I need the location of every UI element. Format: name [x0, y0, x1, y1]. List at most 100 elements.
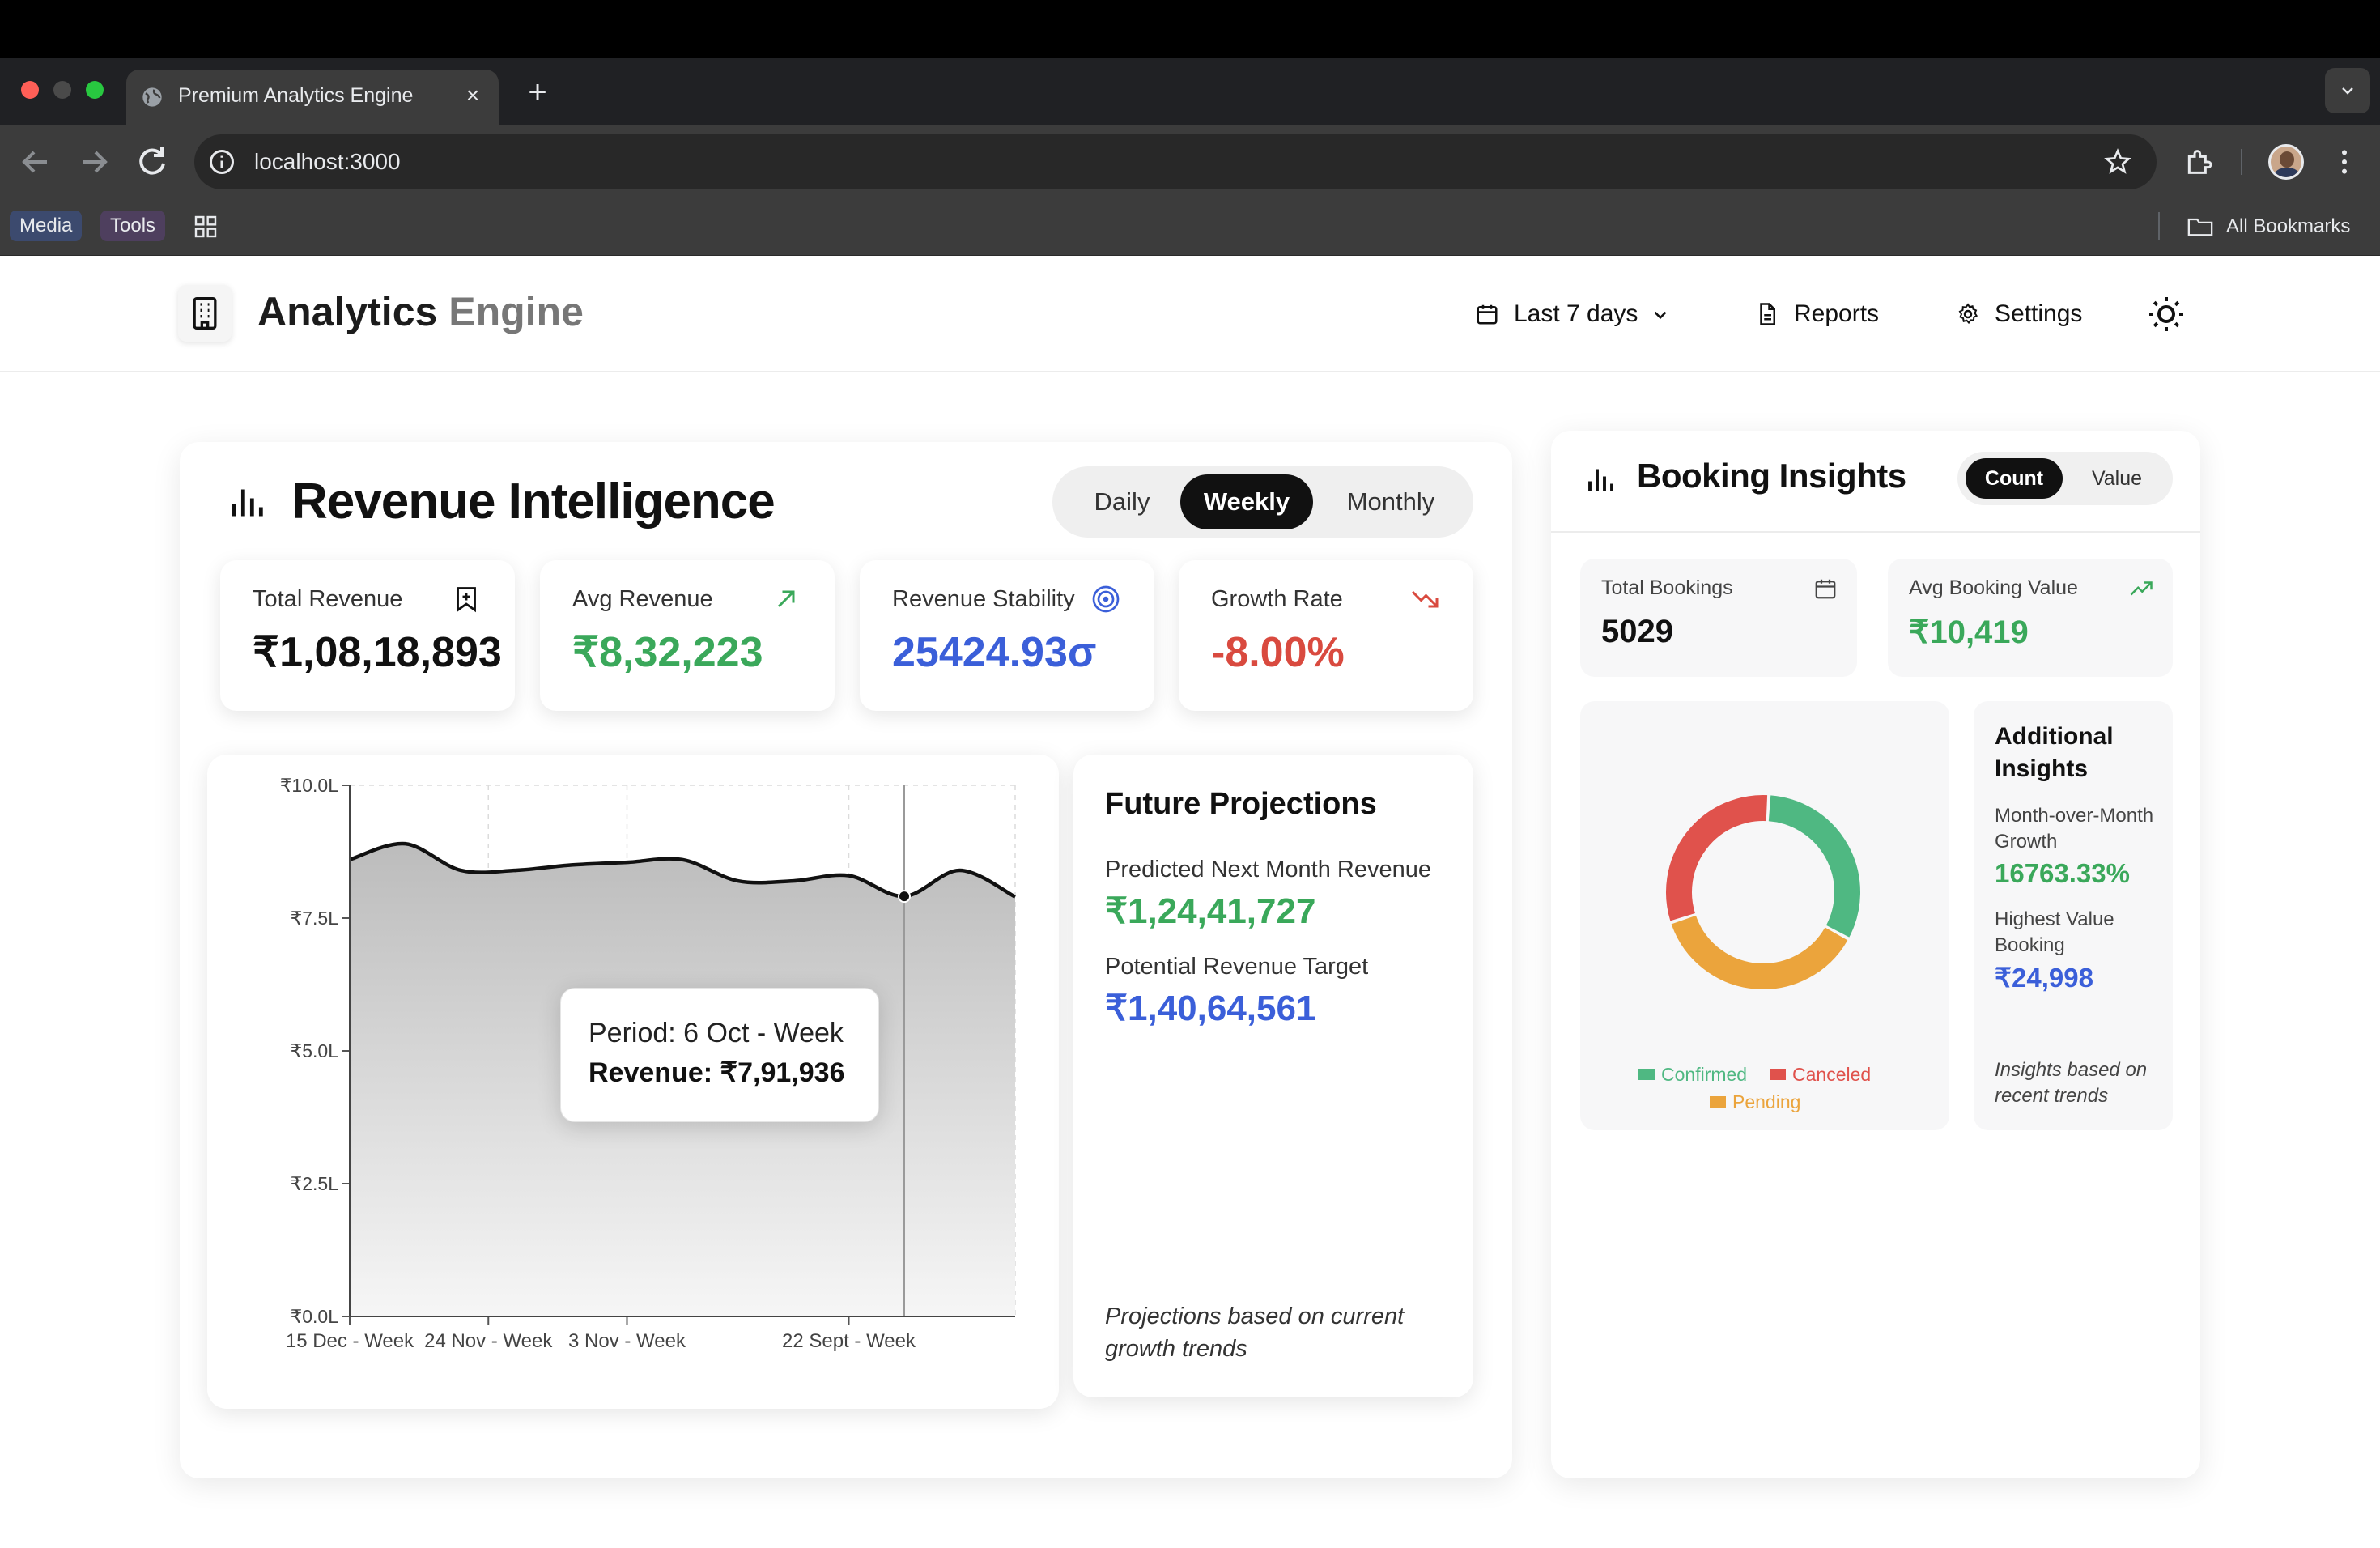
revenue-target-label: Potential Revenue Target: [1105, 954, 1369, 980]
mode-value-tab[interactable]: Value: [2069, 458, 2165, 499]
settings-label: Settings: [1995, 300, 2083, 327]
kpi-value: 25424.93σ: [892, 629, 1097, 676]
reload-icon[interactable]: [133, 142, 172, 181]
kpi-card-growth-rate: Growth Rate -8.00%: [1179, 560, 1473, 711]
period-daily-tab[interactable]: Daily: [1065, 474, 1179, 529]
screen-top-bar: [0, 0, 2380, 58]
extensions-puzzle-icon[interactable]: [2182, 146, 2215, 178]
back-arrow-icon[interactable]: [16, 142, 55, 181]
globe-icon: [142, 87, 162, 107]
booking-title: Booking Insights: [1637, 457, 1906, 495]
gear-icon: [1958, 303, 1978, 325]
folder-icon: [2187, 218, 2213, 236]
revenue-title: Revenue Intelligence: [291, 474, 776, 529]
bookmark-plus-icon: [457, 587, 476, 613]
kpi-value: ₹10,419: [1909, 615, 2029, 650]
kpi-value: ₹8,32,223: [572, 629, 763, 676]
booking-mode-toggle: Count Value: [1957, 452, 2173, 505]
date-range-dropdown[interactable]: Last 7 days: [1475, 293, 1676, 335]
projections-title: Future Projections: [1105, 787, 1377, 821]
hover-point[interactable]: [898, 890, 911, 904]
maximize-window-button[interactable]: [86, 81, 104, 99]
trending-up-icon: [2130, 581, 2153, 596]
tab-close-icon[interactable]: ×: [458, 81, 487, 110]
forward-arrow-icon[interactable]: [74, 142, 113, 181]
additional-insights-title: Additional Insights: [1995, 723, 2114, 782]
bookmarks-bar: [0, 199, 2380, 256]
legend-swatch: [1770, 1069, 1786, 1080]
period-monthly-tab[interactable]: Monthly: [1320, 474, 1462, 529]
tooltip-period: Period: 6 Oct - Week: [589, 1018, 844, 1048]
url-text[interactable]: localhost:3000: [254, 149, 401, 175]
period-toggle: Daily Weekly Monthly: [1052, 466, 1473, 538]
profile-avatar[interactable]: [2268, 144, 2304, 180]
legend-pending: Pending: [1710, 1091, 1800, 1113]
y-tick-label: ₹5.0L: [291, 1040, 339, 1061]
legend-label: Confirmed: [1661, 1064, 1748, 1085]
chevron-down-icon: [1654, 311, 1667, 320]
bookmark-star-icon[interactable]: [2103, 147, 2132, 176]
legend-label: Canceled: [1792, 1064, 1872, 1085]
tooltip-revenue: Revenue: ₹7,91,936: [589, 1057, 845, 1088]
donut-slice-pending[interactable]: [1671, 915, 1848, 989]
sun-theme-toggle-icon[interactable]: [2147, 293, 2186, 335]
browser-menu-icon[interactable]: [2328, 146, 2361, 178]
kpi-label: Growth Rate: [1211, 586, 1343, 612]
tab-title: Premium Analytics Engine: [178, 84, 414, 107]
booking-divider: [1551, 531, 2200, 533]
additional-insights-note: Insights based on recent trends: [1995, 1059, 2148, 1107]
donut-slice-confirmed[interactable]: [1768, 795, 1860, 938]
reports-label: Reports: [1794, 300, 1880, 327]
calendar-icon: [1815, 579, 1836, 599]
kpi-label: Total Revenue: [253, 586, 403, 612]
reports-button[interactable]: Reports: [1755, 293, 1885, 335]
legend-confirmed: Confirmed: [1638, 1064, 1747, 1086]
all-bookmarks-button[interactable]: All Bookmarks: [2186, 212, 2350, 241]
bar-chart-icon: [232, 489, 263, 517]
kpi-card-avg-revenue: Avg Revenue ₹8,32,223: [540, 560, 835, 711]
kpi-label: Total Bookings: [1601, 576, 1733, 599]
bar-chart-icon: [1588, 469, 1613, 491]
brand-primary: Analytics: [257, 289, 438, 334]
mode-count-tab[interactable]: Count: [1966, 458, 2063, 499]
mom-growth-value: 16763.33%: [1995, 858, 2130, 888]
kpi-value: -8.00%: [1211, 629, 1345, 676]
apps-grid-icon[interactable]: [193, 214, 219, 240]
y-tick-label: ₹2.5L: [291, 1173, 339, 1194]
kpi-card-total-bookings: Total Bookings 5029: [1580, 559, 1857, 677]
bookmark-tools[interactable]: Tools: [100, 211, 166, 241]
browser-tab[interactable]: Premium Analytics Engine ×: [126, 70, 499, 125]
x-tick-label: 15 Dec - Week: [286, 1330, 414, 1352]
bookmark-media[interactable]: Media: [10, 211, 83, 241]
all-bookmarks-label: All Bookmarks: [2226, 215, 2351, 237]
calendar-icon: [1477, 304, 1498, 325]
app-logo[interactable]: [178, 285, 232, 342]
minimize-window-button[interactable]: [53, 81, 71, 99]
document-icon: [1760, 303, 1775, 325]
brand-secondary: Engine: [448, 289, 584, 334]
kpi-label: Avg Revenue: [572, 586, 713, 612]
kpi-card-revenue-stability: Revenue Stability 25424.93σ: [860, 560, 1154, 711]
app-brand: Analytics Engine: [257, 288, 584, 335]
tab-search-button[interactable]: [2325, 68, 2370, 113]
new-tab-plus-icon[interactable]: +: [518, 73, 557, 112]
donut-slice-canceled[interactable]: [1666, 795, 1768, 921]
y-tick-label: ₹7.5L: [291, 908, 339, 929]
booking-status-donut[interactable]: [1661, 790, 1865, 994]
highest-booking-label: Highest Value Booking: [1995, 908, 2114, 956]
period-weekly-tab[interactable]: Weekly: [1180, 474, 1313, 529]
kpi-label: Revenue Stability: [892, 586, 1075, 612]
settings-button[interactable]: Settings: [1956, 293, 2089, 335]
bookmarks-divider: [2158, 212, 2160, 240]
kpi-card-avg-booking-value: Avg Booking Value ₹10,419: [1888, 559, 2173, 677]
close-window-button[interactable]: [21, 81, 39, 99]
chevron-down-icon: [2342, 87, 2353, 95]
site-info-icon[interactable]: [207, 147, 236, 176]
legend-swatch: [1638, 1069, 1655, 1080]
x-tick-label: 3 Nov - Week: [568, 1330, 686, 1352]
x-tick-label: 24 Nov - Week: [424, 1330, 553, 1352]
projections-note: Projections based on current growth tren…: [1105, 1303, 1405, 1362]
kpi-card-total-revenue: Total Revenue ₹1,08,18,893: [220, 560, 515, 711]
address-bar[interactable]: localhost:3000: [194, 134, 2157, 189]
predicted-revenue-label: Predicted Next Month Revenue: [1105, 857, 1431, 882]
